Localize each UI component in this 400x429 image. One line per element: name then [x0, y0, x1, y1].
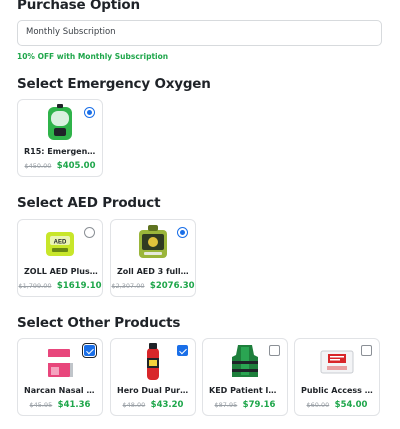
narcan-box-icon — [42, 343, 78, 381]
emergency-oxygen-heading: Select Emergency Oxygen — [17, 76, 211, 92]
sale-price: $41.36 — [57, 400, 91, 410]
product-name: Public Access Bleeding Control Kit — [301, 386, 375, 395]
price-row: $450.00 $405.00 — [18, 161, 102, 171]
product-name: R15: Emergency Oxygen — [24, 147, 98, 156]
product-card-ked[interactable]: KED Patient Immobilizer $87.95 $79.16 — [202, 338, 288, 416]
old-price: $2,307.00 — [111, 282, 145, 290]
fire-extinguisher-icon — [135, 343, 171, 381]
svg-text:AED: AED — [54, 240, 67, 246]
sale-price: $54.00 — [334, 400, 368, 410]
ked-checkbox[interactable] — [269, 345, 280, 356]
product-name: KED Patient Immobilizer — [209, 386, 283, 395]
product-card-narcan[interactable]: Narcan Nasal Spray $45.95 $41.36 — [17, 338, 103, 416]
aed-device-icon — [135, 224, 171, 262]
price-row: $48.00 $43.20 — [111, 400, 195, 410]
old-price: $45.95 — [29, 401, 53, 409]
product-card-oxygen[interactable]: R15: Emergency Oxygen $450.00 $405.00 — [17, 99, 103, 177]
aed-device-icon: AED — [42, 224, 78, 262]
product-card-bleeding-kit[interactable]: Public Access Bleeding Control Kit $60.0… — [294, 338, 380, 416]
product-card-zoll-aed-plus[interactable]: AED ZOLL AED Plus - Fully Automatic $1,7… — [17, 219, 103, 297]
product-name: ZOLL AED Plus - Fully Automatic — [24, 267, 98, 276]
product-name: Hero Dual Purpose — [117, 386, 191, 395]
aed-plus-radio[interactable] — [84, 227, 95, 238]
purchase-option-heading: Purchase Option — [17, 0, 140, 13]
price-row: $2,307.00 $2076.30 — [111, 281, 195, 291]
sale-price: $405.00 — [56, 161, 96, 171]
product-name: Zoll AED 3 fully automatic — [117, 267, 191, 276]
price-row: $87.95 $79.16 — [203, 400, 287, 410]
old-price: $48.00 — [122, 401, 146, 409]
oxygen-radio[interactable] — [84, 107, 95, 118]
bleeding-kit-checkbox[interactable] — [361, 345, 372, 356]
sale-price: $43.20 — [150, 400, 184, 410]
product-name: Narcan Nasal Spray — [24, 386, 98, 395]
old-price: $450.00 — [24, 162, 52, 170]
old-price: $1,799.00 — [18, 282, 52, 290]
product-card-zoll-aed-3[interactable]: Zoll AED 3 fully automatic $2,307.00 $20… — [110, 219, 196, 297]
narcan-checkbox[interactable] — [82, 343, 97, 358]
sale-price: $1619.10 — [56, 281, 102, 291]
product-card-hero-dual[interactable]: Hero Dual Purpose $48.00 $43.20 — [110, 338, 196, 416]
purchase-option-select[interactable]: Monthly Subscription — [17, 20, 382, 46]
old-price: $60.00 — [306, 401, 330, 409]
oxygen-unit-icon — [42, 104, 78, 142]
ked-vest-icon — [227, 343, 263, 381]
aed-product-heading: Select AED Product — [17, 195, 161, 211]
aed-3-radio[interactable] — [177, 227, 188, 238]
hero-dual-checkbox[interactable] — [177, 345, 188, 356]
bleeding-kit-icon — [319, 343, 355, 381]
sale-price: $2076.30 — [149, 281, 195, 291]
sale-price: $79.16 — [242, 400, 276, 410]
price-row: $1,799.00 $1619.10 — [18, 281, 102, 291]
price-row: $60.00 $54.00 — [295, 400, 379, 410]
price-row: $45.95 $41.36 — [18, 400, 102, 410]
other-products-heading: Select Other Products — [17, 315, 181, 331]
discount-note: 10% OFF with Monthly Subscription — [17, 52, 169, 61]
old-price: $87.95 — [214, 401, 238, 409]
